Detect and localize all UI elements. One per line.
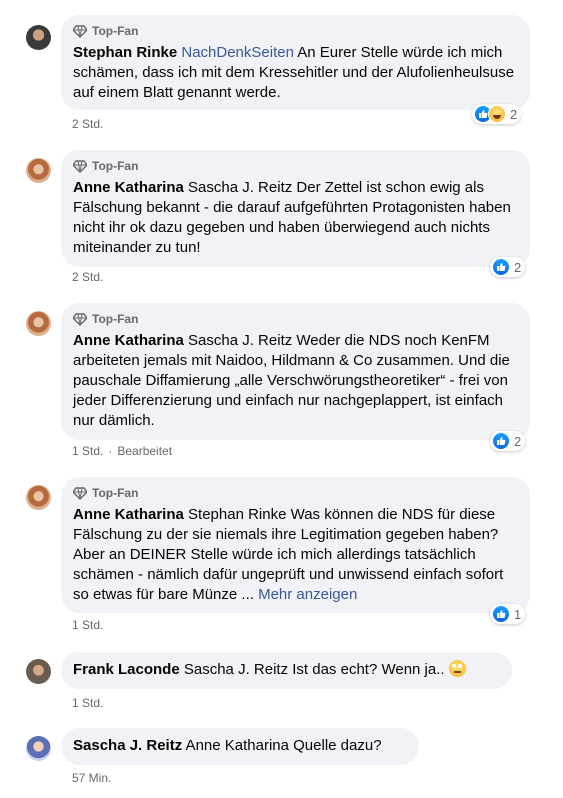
eye-roll-emoji-icon xyxy=(448,660,466,677)
top-fan-badge: Top-Fan xyxy=(73,311,518,327)
avatar[interactable] xyxy=(26,736,51,761)
comment-author[interactable]: Sascha J. Reitz xyxy=(73,737,182,754)
reaction-summary[interactable]: 2 xyxy=(490,431,526,451)
avatar[interactable] xyxy=(26,25,51,50)
comment-body: Anne Katharina Quelle dazu? xyxy=(182,737,382,754)
comment-body: Sascha J. Reitz Ist das echt? Wenn ja.. xyxy=(179,661,445,678)
haha-icon xyxy=(488,105,506,123)
diamond-icon xyxy=(73,25,87,38)
comment-meta: 2 Std. xyxy=(72,117,103,131)
comment-bubble: Top-Fan Stephan Rinke NachDenkSeiten An … xyxy=(61,15,530,110)
top-fan-badge: Top-Fan xyxy=(73,23,518,39)
comment-author[interactable]: Anne Katharina xyxy=(73,179,184,196)
comment-meta: 57 Min. xyxy=(72,771,111,785)
comment-meta: 1 Std. xyxy=(72,618,103,632)
reaction-summary[interactable]: 1 xyxy=(490,604,526,624)
diamond-icon xyxy=(73,160,87,173)
comment-time[interactable]: 2 Std. xyxy=(72,117,103,131)
comment-text: Anne Katharina Sascha J. Reitz Der Zette… xyxy=(73,178,518,258)
top-fan-badge: Top-Fan xyxy=(73,158,518,174)
comment-meta: 1 Std. · Bearbeitet xyxy=(72,444,172,458)
comment-meta: 1 Std. xyxy=(72,696,103,710)
comment-time[interactable]: 2 Std. xyxy=(72,270,103,284)
comment-text: Anne Katharina Sascha J. Reitz Weder die… xyxy=(73,331,518,431)
badge-label: Top-Fan xyxy=(92,312,139,326)
like-icon xyxy=(492,605,510,623)
like-icon xyxy=(492,432,510,450)
comment-text: Frank Laconde Sascha J. Reitz Ist das ec… xyxy=(73,660,500,680)
badge-label: Top-Fan xyxy=(92,159,139,173)
comment-meta: 2 Std. xyxy=(72,270,103,284)
comment-bubble: Top-Fan Anne Katharina Sascha J. Reitz W… xyxy=(61,303,530,440)
separator-dot: · xyxy=(108,444,113,458)
mention-link[interactable]: NachDenkSeiten xyxy=(181,44,294,61)
badge-label: Top-Fan xyxy=(92,486,139,500)
comment-time[interactable]: 57 Min. xyxy=(72,771,111,785)
reaction-count: 2 xyxy=(514,259,522,275)
see-more-link[interactable]: Mehr anzeigen xyxy=(258,586,357,603)
avatar[interactable] xyxy=(26,485,51,510)
comment-bubble: Top-Fan Anne Katharina Sascha J. Reitz D… xyxy=(61,150,530,267)
comment-author[interactable]: Anne Katharina xyxy=(73,332,184,349)
reaction-summary[interactable]: 2 xyxy=(472,104,522,124)
reaction-count: 2 xyxy=(514,433,522,449)
reaction-count: 2 xyxy=(510,106,518,122)
reaction-count: 1 xyxy=(514,606,522,622)
comment-author[interactable]: Frank Laconde xyxy=(73,661,180,678)
like-icon xyxy=(492,258,510,276)
comment-text: Anne Katharina Stephan Rinke Was können … xyxy=(73,505,518,605)
comment-author[interactable]: Stephan Rinke xyxy=(73,44,177,61)
avatar[interactable] xyxy=(26,311,51,336)
comment-bubble: Frank Laconde Sascha J. Reitz Ist das ec… xyxy=(61,652,512,689)
comment-time[interactable]: 1 Std. xyxy=(72,618,103,632)
badge-label: Top-Fan xyxy=(92,24,139,38)
diamond-icon xyxy=(73,487,87,500)
reaction-summary[interactable]: 2 xyxy=(490,257,526,277)
avatar[interactable] xyxy=(26,158,51,183)
comment-time[interactable]: 1 Std. xyxy=(72,444,103,458)
avatar[interactable] xyxy=(26,659,51,684)
edited-label[interactable]: Bearbeitet xyxy=(117,444,172,458)
comment-bubble: Sascha J. Reitz Anne Katharina Quelle da… xyxy=(61,728,419,765)
comment-author[interactable]: Anne Katharina xyxy=(73,506,184,523)
diamond-icon xyxy=(73,313,87,326)
top-fan-badge: Top-Fan xyxy=(73,485,518,501)
comment-text: Sascha J. Reitz Anne Katharina Quelle da… xyxy=(73,736,407,756)
comment-text: Stephan Rinke NachDenkSeiten An Eurer St… xyxy=(73,43,518,103)
comment-bubble: Top-Fan Anne Katharina Stephan Rinke Was… xyxy=(61,477,530,613)
comment-time[interactable]: 1 Std. xyxy=(72,696,103,710)
